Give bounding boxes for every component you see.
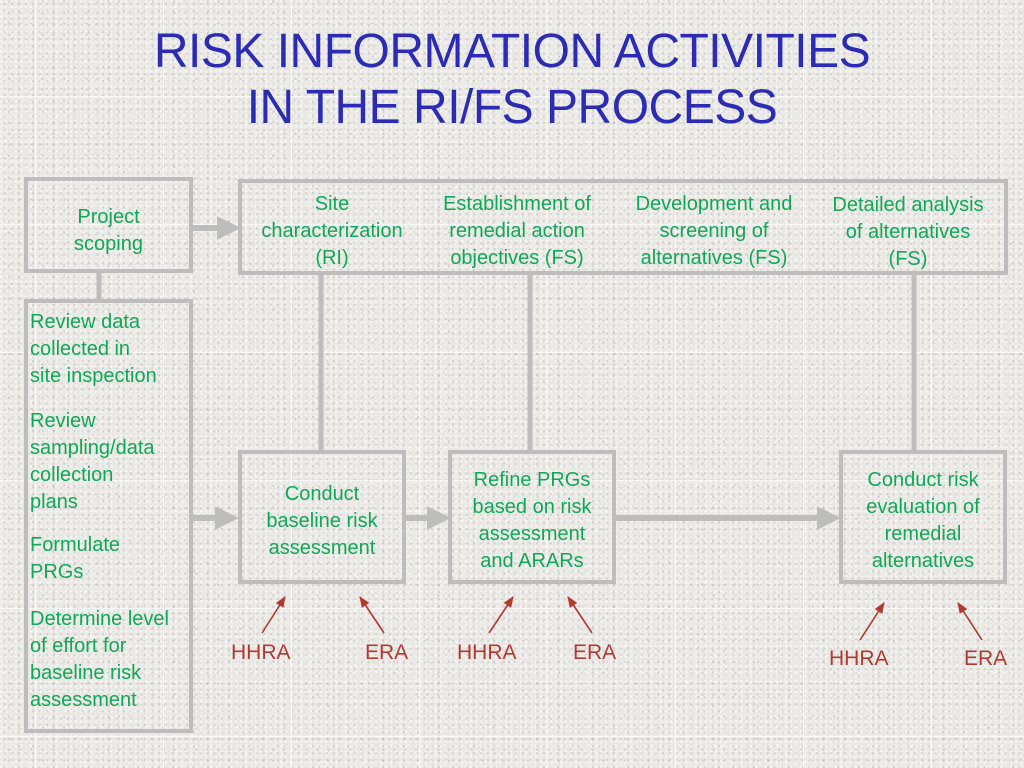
era-label: ERA (964, 647, 1008, 670)
text-line: sampling/data (30, 437, 155, 459)
text-line: PRGs (30, 561, 84, 583)
arrow-era-3 (957, 602, 983, 641)
arrow-era-1 (359, 596, 385, 634)
risk-evaluation-alternatives-box: Conduct risk evaluation of remedial alte… (839, 450, 1007, 584)
text-line: assessment (478, 523, 586, 545)
task-review-sampling-plans: Review sampling/data collection plans (30, 408, 155, 516)
refine-prgs-label: Refine PRGs based on risk assessment and… (452, 467, 612, 575)
project-scoping-label: Project scoping (28, 204, 189, 258)
text-line: baseline risk (30, 662, 142, 684)
text-line: screening of (659, 220, 769, 242)
text-line: Refine PRGs (473, 469, 591, 491)
hhra-label: HHRA (829, 647, 889, 670)
text-line: remedial (884, 523, 962, 545)
arrow-hhra-3 (859, 602, 885, 641)
arrow-era-2 (567, 596, 593, 634)
baseline-risk-assessment-box: Conduct baseline risk assessment (238, 450, 406, 584)
baseline-risk-assessment-label: Conduct baseline risk assessment (242, 481, 402, 562)
phase-remedial-action-objectives: Establishment of remedial action objecti… (426, 191, 608, 272)
hhra-label: HHRA (231, 641, 291, 664)
arrow-hhra-2 (488, 596, 514, 634)
text-line: collected in (30, 338, 131, 360)
text-line: remedial action (449, 220, 585, 242)
text-line: based on risk (472, 496, 592, 518)
text-line: collection (30, 464, 114, 486)
era-label: ERA (573, 641, 617, 664)
text-line: evaluation of (866, 496, 980, 518)
refine-prgs-box: Refine PRGs based on risk assessment and… (448, 450, 616, 584)
text-line: Project (77, 206, 140, 228)
text-line: baseline risk (266, 510, 378, 532)
phase-site-characterization: Site characterization (RI) (246, 191, 418, 272)
text-line: Development and (635, 193, 793, 215)
text-line: Site (314, 193, 350, 215)
text-line: (RI) (315, 247, 349, 269)
text-line: assessment (268, 537, 376, 559)
task-review-site-inspection-data: Review data collected in site inspection (30, 309, 157, 390)
text-line: alternatives (871, 550, 975, 572)
text-line: scoping (74, 233, 143, 255)
text-line: site inspection (30, 365, 157, 387)
text-line: Formulate (30, 534, 121, 556)
text-line: and ARARs (480, 550, 584, 572)
text-line: Conduct (284, 483, 360, 505)
task-determine-level-of-effort: Determine level of effort for baseline r… (30, 606, 169, 714)
task-formulate-prgs: Formulate PRGs (30, 532, 120, 586)
text-line: alternatives (FS) (640, 247, 788, 269)
text-line: Detailed analysis (832, 194, 984, 216)
phase-detailed-analysis: Detailed analysis of alternatives (FS) (816, 192, 1000, 273)
arrow-hhra-1 (261, 596, 286, 634)
text-line: Review (30, 410, 96, 432)
text-line: Determine level (30, 608, 169, 630)
phase-development-screening: Development and screening of alternative… (620, 191, 808, 272)
project-scoping-box: Project scoping (24, 177, 193, 273)
era-label: ERA (365, 641, 409, 664)
text-line: (FS) (888, 248, 928, 270)
text-line: of effort for (30, 635, 127, 657)
text-line: Establishment of (443, 193, 591, 215)
text-line: plans (30, 491, 78, 513)
text-line: characterization (261, 220, 403, 242)
text-line: assessment (30, 689, 137, 711)
text-line: of alternatives (845, 221, 971, 243)
text-line: Review data (30, 311, 141, 333)
text-line: Conduct risk (867, 469, 979, 491)
hhra-label: HHRA (457, 641, 517, 664)
text-line: objectives (FS) (450, 247, 584, 269)
risk-evaluation-alternatives-label: Conduct risk evaluation of remedial alte… (843, 467, 1003, 575)
